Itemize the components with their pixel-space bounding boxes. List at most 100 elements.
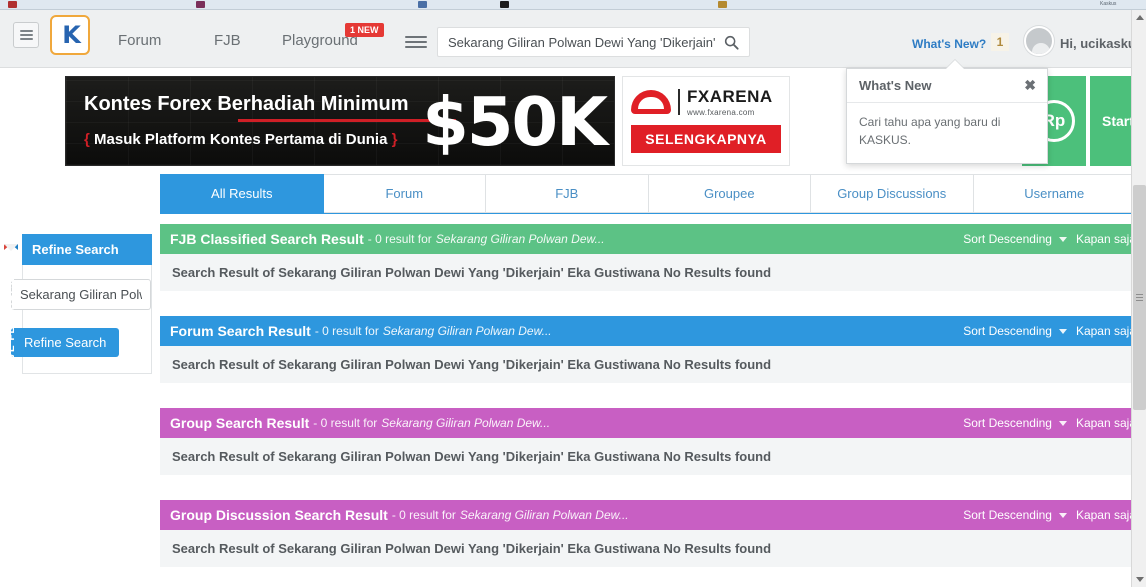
envelope-icon <box>0 234 23 265</box>
result-header: FJB Classified Search Result - 0 result … <box>160 224 1136 254</box>
envelope-glyph <box>4 244 19 255</box>
result-term: Sekarang Giliran Polwan Dew... <box>459 508 629 522</box>
refine-search-body: Refine Search <box>11 265 152 374</box>
result-section-group: Group Search Result - 0 result for Sekar… <box>160 408 1136 475</box>
bookmark-icon[interactable] <box>718 1 727 8</box>
result-tools: Sort Descending Kapan saja <box>963 500 1136 530</box>
result-body: Search Result of Sekarang Giliran Polwan… <box>160 254 1136 291</box>
tab-group-discussions[interactable]: Group Discussions <box>811 174 974 213</box>
nav-link-forum[interactable]: Forum <box>118 32 161 49</box>
avatar[interactable] <box>1024 26 1054 56</box>
whats-new-link[interactable]: What's New? <box>912 37 986 51</box>
bookmark-icon[interactable] <box>500 1 509 8</box>
chevron-down-icon[interactable] <box>1058 328 1067 334</box>
search-icon[interactable] <box>719 35 743 50</box>
search-input[interactable] <box>448 34 719 50</box>
main-menu-button[interactable] <box>13 22 39 48</box>
result-tools: Sort Descending Kapan saja <box>963 316 1136 346</box>
chevron-down-icon[interactable] <box>1058 512 1067 518</box>
result-title: FJB Classified Search Result <box>170 231 364 247</box>
tab-fjb[interactable]: FJB <box>486 174 649 213</box>
result-body: Search Result of Sekarang Giliran Polwan… <box>160 530 1136 567</box>
result-title: Group Search Result <box>170 415 310 431</box>
close-icon[interactable]: ✖ <box>1024 78 1036 92</box>
sort-descending-button[interactable]: Sort Descending <box>963 416 1052 430</box>
result-section-fjb: FJB Classified Search Result - 0 result … <box>160 224 1136 291</box>
whats-new-popup-body: Cari tahu apa yang baru di KASKUS. <box>859 115 1001 147</box>
ad-brace-close: } <box>391 131 398 148</box>
give-feedback-label-wrap[interactable]: GIVE FEEDBACK <box>0 265 23 385</box>
whats-new-popup-arrow <box>946 60 964 69</box>
bookmark-icon[interactable] <box>196 1 205 8</box>
result-body: Search Result of Sekarang Giliran Polwan… <box>160 346 1136 383</box>
tab-forum[interactable]: Forum <box>323 174 486 213</box>
ad-brace-open: { <box>84 131 90 148</box>
tab-groupee[interactable]: Groupee <box>648 174 811 213</box>
advertiser-url: www.fxarena.com <box>687 108 755 117</box>
page-scrollbar[interactable] <box>1131 10 1146 587</box>
fxarena-logo-icon <box>631 90 671 114</box>
sort-descending-button[interactable]: Sort Descending <box>963 324 1052 338</box>
sort-descending-button[interactable]: Sort Descending <box>963 232 1052 246</box>
result-term: Sekarang Giliran Polwan Dew... <box>435 232 605 246</box>
search-field[interactable] <box>437 27 750 57</box>
ad-headline: Kontes Forex Berhadiah Minimum <box>84 93 409 115</box>
whats-new-popup: What's New ✖ Cari tahu apa yang baru di … <box>846 68 1048 164</box>
chevron-up-icon <box>1135 15 1144 20</box>
result-section-group-discussion: Group Discussion Search Result - 0 resul… <box>160 500 1136 567</box>
ad-prize-amount: $50K <box>422 83 608 161</box>
ad-cta-button[interactable]: SELENGKAPNYA <box>631 125 781 153</box>
page-viewport: K Forum FJB Playground 1 NEW What's New?… <box>0 10 1146 587</box>
search-results-list: FJB Classified Search Result - 0 result … <box>160 224 1136 587</box>
browser-bookmarks-bar[interactable]: Kaskus <box>0 0 1146 10</box>
time-filter-button[interactable]: Kapan saja <box>1076 232 1136 246</box>
scrollbar-grip-icon <box>1136 292 1143 303</box>
nav-link-fjb[interactable]: FJB <box>214 32 241 49</box>
logo-k-icon: K <box>62 21 81 49</box>
scrollbar-thumb[interactable] <box>1133 185 1146 410</box>
tab-all-results[interactable]: All Results <box>160 174 324 213</box>
ad-subline: { Masuk Platform Kontes Pertama di Dunia… <box>84 131 397 148</box>
whats-new-count-badge: 1 <box>991 33 1009 51</box>
hamburger-icon <box>19 28 33 42</box>
user-greeting[interactable]: Hi, ucikasku <box>1060 36 1136 51</box>
advertiser-panel[interactable]: FXARENA www.fxarena.com SELENGKAPNYA <box>622 76 790 166</box>
sort-descending-button[interactable]: Sort Descending <box>963 508 1052 522</box>
time-filter-button[interactable]: Kapan saja <box>1076 508 1136 522</box>
result-section-forum: Forum Search Result - 0 result for Sekar… <box>160 316 1136 383</box>
refine-search-header[interactable]: Refine Search <box>22 234 152 265</box>
refine-search-button[interactable]: Refine Search <box>11 328 120 357</box>
refine-search-input[interactable] <box>11 279 151 310</box>
chevron-down-icon[interactable] <box>1058 236 1067 242</box>
bookmark-icon[interactable] <box>8 1 17 8</box>
scroll-down-button[interactable] <box>1132 572 1146 587</box>
search-result-tabs: All Results Forum FJB Groupee Group Disc… <box>160 174 1136 214</box>
whats-new-popup-header: What's New ✖ <box>847 69 1047 103</box>
tab-username[interactable]: Username <box>973 174 1136 213</box>
advertiser-brand-row: FXARENA www.fxarena.com <box>631 87 773 117</box>
playground-new-badge: 1 NEW <box>345 23 384 37</box>
search-category-menu-icon[interactable] <box>405 33 427 51</box>
refine-search-sidebar: GIVE FEEDBACK Refine Search Refine Searc… <box>0 234 152 374</box>
give-feedback-label: GIVE FEEDBACK <box>6 277 17 373</box>
kaskus-logo[interactable]: K <box>50 15 90 55</box>
result-term: Sekarang Giliran Polwan Dew... <box>382 324 552 338</box>
result-body: Search Result of Sekarang Giliran Polwan… <box>160 438 1136 475</box>
advertiser-name: FXARENA <box>687 87 773 106</box>
time-filter-button[interactable]: Kapan saja <box>1076 324 1136 338</box>
time-filter-button[interactable]: Kapan saja <box>1076 416 1136 430</box>
result-header: Group Search Result - 0 result for Sekar… <box>160 408 1136 438</box>
bookmark-icon[interactable] <box>418 1 427 8</box>
whats-new-popup-title: What's New <box>859 78 932 93</box>
brand-divider <box>678 89 680 115</box>
scroll-up-button[interactable] <box>1132 10 1146 25</box>
result-title: Group Discussion Search Result <box>170 507 388 523</box>
chevron-down-icon <box>1135 577 1144 582</box>
advertisement-banner[interactable]: Kontes Forex Berhadiah Minimum { Masuk P… <box>65 76 615 166</box>
bookmark-label[interactable]: Kaskus <box>1100 1 1116 7</box>
result-tools: Sort Descending Kapan saja <box>963 224 1136 254</box>
result-count: - 0 result for <box>391 508 456 522</box>
result-header: Group Discussion Search Result - 0 resul… <box>160 500 1136 530</box>
result-count: - 0 result for <box>367 232 432 246</box>
chevron-down-icon[interactable] <box>1058 420 1067 426</box>
